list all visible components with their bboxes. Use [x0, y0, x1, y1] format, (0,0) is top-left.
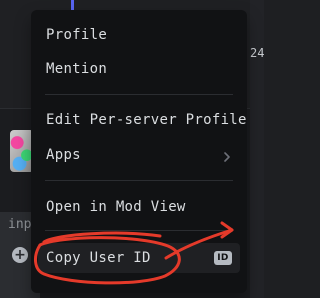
menu-item-mention[interactable]: Mention: [38, 54, 240, 84]
menu-item-label: Mention: [46, 61, 108, 77]
menu-item-label: Profile: [46, 27, 108, 43]
right-column-label: 24: [250, 46, 264, 60]
user-context-menu: Profile Mention Edit Per-server Profile …: [31, 10, 247, 293]
menu-item-label: Copy User ID: [46, 250, 151, 266]
menu-item-apps[interactable]: Apps: [38, 140, 240, 170]
chevron-right-icon: [222, 150, 232, 162]
menu-item-profile[interactable]: Profile: [38, 20, 240, 50]
menu-item-open-in-mod-view[interactable]: Open in Mod View: [38, 192, 240, 222]
menu-separator: [45, 94, 233, 95]
menu-item-label: Apps: [46, 147, 81, 163]
menu-item-label: Edit Per-server Profile: [46, 112, 247, 128]
right-column: [250, 0, 264, 298]
menu-separator: [45, 230, 233, 231]
menu-item-copy-user-id[interactable]: Copy User ID ID: [38, 243, 240, 273]
id-badge-icon: ID: [214, 251, 232, 265]
message-input-placeholder: inp: [8, 217, 32, 232]
menu-item-label: Open in Mod View: [46, 199, 186, 215]
menu-separator: [45, 180, 233, 181]
plus-circle-icon[interactable]: +: [12, 247, 28, 263]
menu-item-edit-per-server-profile[interactable]: Edit Per-server Profile: [38, 105, 246, 135]
app-window: inp + 24 Profile Mention Edit Per-server…: [0, 0, 264, 298]
